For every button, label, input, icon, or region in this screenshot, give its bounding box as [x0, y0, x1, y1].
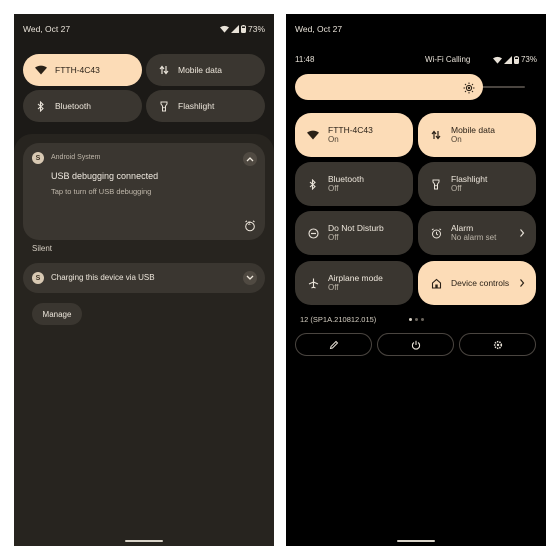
brightness-icon[interactable]: [462, 81, 475, 94]
tile-title: Mobile data: [451, 124, 495, 135]
android-system-badge-icon: S: [32, 272, 44, 284]
battery-percent: 73%: [247, 24, 265, 34]
alarm-icon: [429, 226, 443, 240]
tile-mobile-data[interactable]: Mobile data: [146, 54, 265, 86]
tile-wifi[interactable]: FTTH-4C43: [23, 54, 142, 86]
page-dot: [415, 318, 418, 321]
notification-title: USB debugging connected: [51, 171, 159, 181]
signal-icon: [230, 25, 239, 33]
tile-subtitle: On: [451, 135, 462, 145]
airplane-icon: [306, 276, 320, 290]
home-icon: [429, 276, 443, 290]
expand-button[interactable]: [243, 271, 257, 285]
tile-alarm[interactable]: Alarm No alarm set: [418, 211, 536, 255]
tile-title: FTTH-4C43: [328, 124, 373, 135]
page-dot: [421, 318, 424, 321]
power-button[interactable]: [377, 333, 454, 356]
chevron-down-icon: [246, 275, 254, 280]
home-indicator[interactable]: [125, 540, 163, 542]
bluetooth-icon: [34, 99, 48, 113]
power-icon: [411, 340, 420, 350]
page-indicator: [409, 318, 424, 321]
tile-title: Do Not Disturb: [328, 222, 384, 233]
mobile-data-icon: [429, 128, 443, 142]
bluetooth-icon: [306, 177, 320, 191]
tile-flashlight[interactable]: Flashlight: [146, 90, 265, 122]
usb-debugging-notification[interactable]: S Android System USB debugging connected…: [23, 143, 265, 240]
status-icons: 73%: [492, 55, 537, 64]
settings-icon: [493, 340, 502, 349]
notification-app-name: Android System: [51, 154, 101, 161]
brightness-track[interactable]: [481, 86, 525, 88]
manage-button[interactable]: Manage: [32, 303, 82, 325]
edit-icon: [329, 340, 338, 349]
wifi-status-icon: [492, 56, 502, 64]
tile-subtitle: No alarm set: [451, 233, 497, 243]
chevron-right-icon: [520, 279, 525, 287]
battery-icon: [513, 55, 519, 64]
collapse-button[interactable]: [243, 152, 257, 166]
tile-bluetooth[interactable]: Bluetooth Off: [295, 162, 413, 206]
wifi-icon: [306, 128, 320, 142]
tile-mobile-data[interactable]: Mobile data On: [418, 113, 536, 157]
tile-title: Device controls: [451, 277, 510, 288]
status-bar: Wed, Oct 27 73%: [23, 24, 265, 38]
status-date: Wed, Oct 27: [295, 24, 343, 34]
do-not-disturb-icon: [306, 226, 320, 240]
notification-body: Tap to turn off USB debugging: [51, 187, 152, 196]
tile-subtitle: Off: [328, 283, 339, 293]
wifi-status-icon: [219, 25, 229, 33]
wifi-calling-label: Wi-Fi Calling: [425, 55, 471, 64]
status-date: Wed, Oct 27: [23, 24, 71, 34]
snooze-icon[interactable]: z: [244, 219, 256, 232]
notification-shade-screen: Wed, Oct 27 73% FTTH-4C43 Mobile data Bl…: [14, 14, 274, 546]
tile-subtitle: Off: [328, 184, 339, 194]
page-dot: [409, 318, 412, 321]
tile-airplane-mode[interactable]: Airplane mode Off: [295, 261, 413, 305]
tile-label: Bluetooth: [55, 101, 91, 111]
tile-flashlight[interactable]: Flashlight Off: [418, 162, 536, 206]
build-number[interactable]: 12 (SP1A.210812.015): [300, 315, 376, 324]
wifi-icon: [34, 63, 48, 77]
tile-subtitle: On: [328, 135, 339, 145]
brightness-slider[interactable]: [295, 74, 483, 100]
mobile-data-icon: [157, 63, 171, 77]
tile-title: Bluetooth: [328, 173, 364, 184]
tile-subtitle: Off: [451, 184, 462, 194]
tile-label: Mobile data: [178, 65, 222, 75]
tile-wifi[interactable]: FTTH-4C43 On: [295, 113, 413, 157]
tile-title: Alarm: [451, 222, 474, 233]
flashlight-icon: [429, 177, 443, 191]
android-system-badge-icon: S: [32, 152, 44, 164]
battery-percent: 73%: [520, 55, 537, 64]
tile-do-not-disturb[interactable]: Do Not Disturb Off: [295, 211, 413, 255]
tile-bluetooth[interactable]: Bluetooth: [23, 90, 142, 122]
status-bar: Wed, Oct 27: [295, 24, 537, 38]
chevron-right-icon: [520, 229, 525, 237]
settings-button[interactable]: [459, 333, 536, 356]
tile-device-controls[interactable]: Device controls: [418, 261, 536, 305]
tile-title: Airplane mode: [328, 272, 383, 283]
chevron-up-icon: [246, 157, 254, 162]
charging-notification-text: Charging this device via USB: [51, 273, 155, 282]
snooze-badge: z: [248, 221, 251, 227]
clock: 11:48: [295, 55, 315, 64]
tile-title: Flashlight: [451, 173, 488, 184]
silent-section-label: Silent: [32, 244, 53, 253]
tile-subtitle: Off: [328, 233, 339, 243]
charging-notification[interactable]: S Charging this device via USB: [23, 263, 265, 293]
flashlight-icon: [157, 99, 171, 113]
home-indicator[interactable]: [397, 540, 435, 542]
quick-settings-screen: Wed, Oct 27 11:48 Wi-Fi Calling 73% FTTH…: [286, 14, 546, 546]
tile-label: FTTH-4C43: [55, 65, 100, 75]
signal-icon: [503, 55, 512, 64]
battery-icon: [240, 25, 246, 33]
tile-label: Flashlight: [178, 101, 215, 111]
edit-button[interactable]: [295, 333, 372, 356]
